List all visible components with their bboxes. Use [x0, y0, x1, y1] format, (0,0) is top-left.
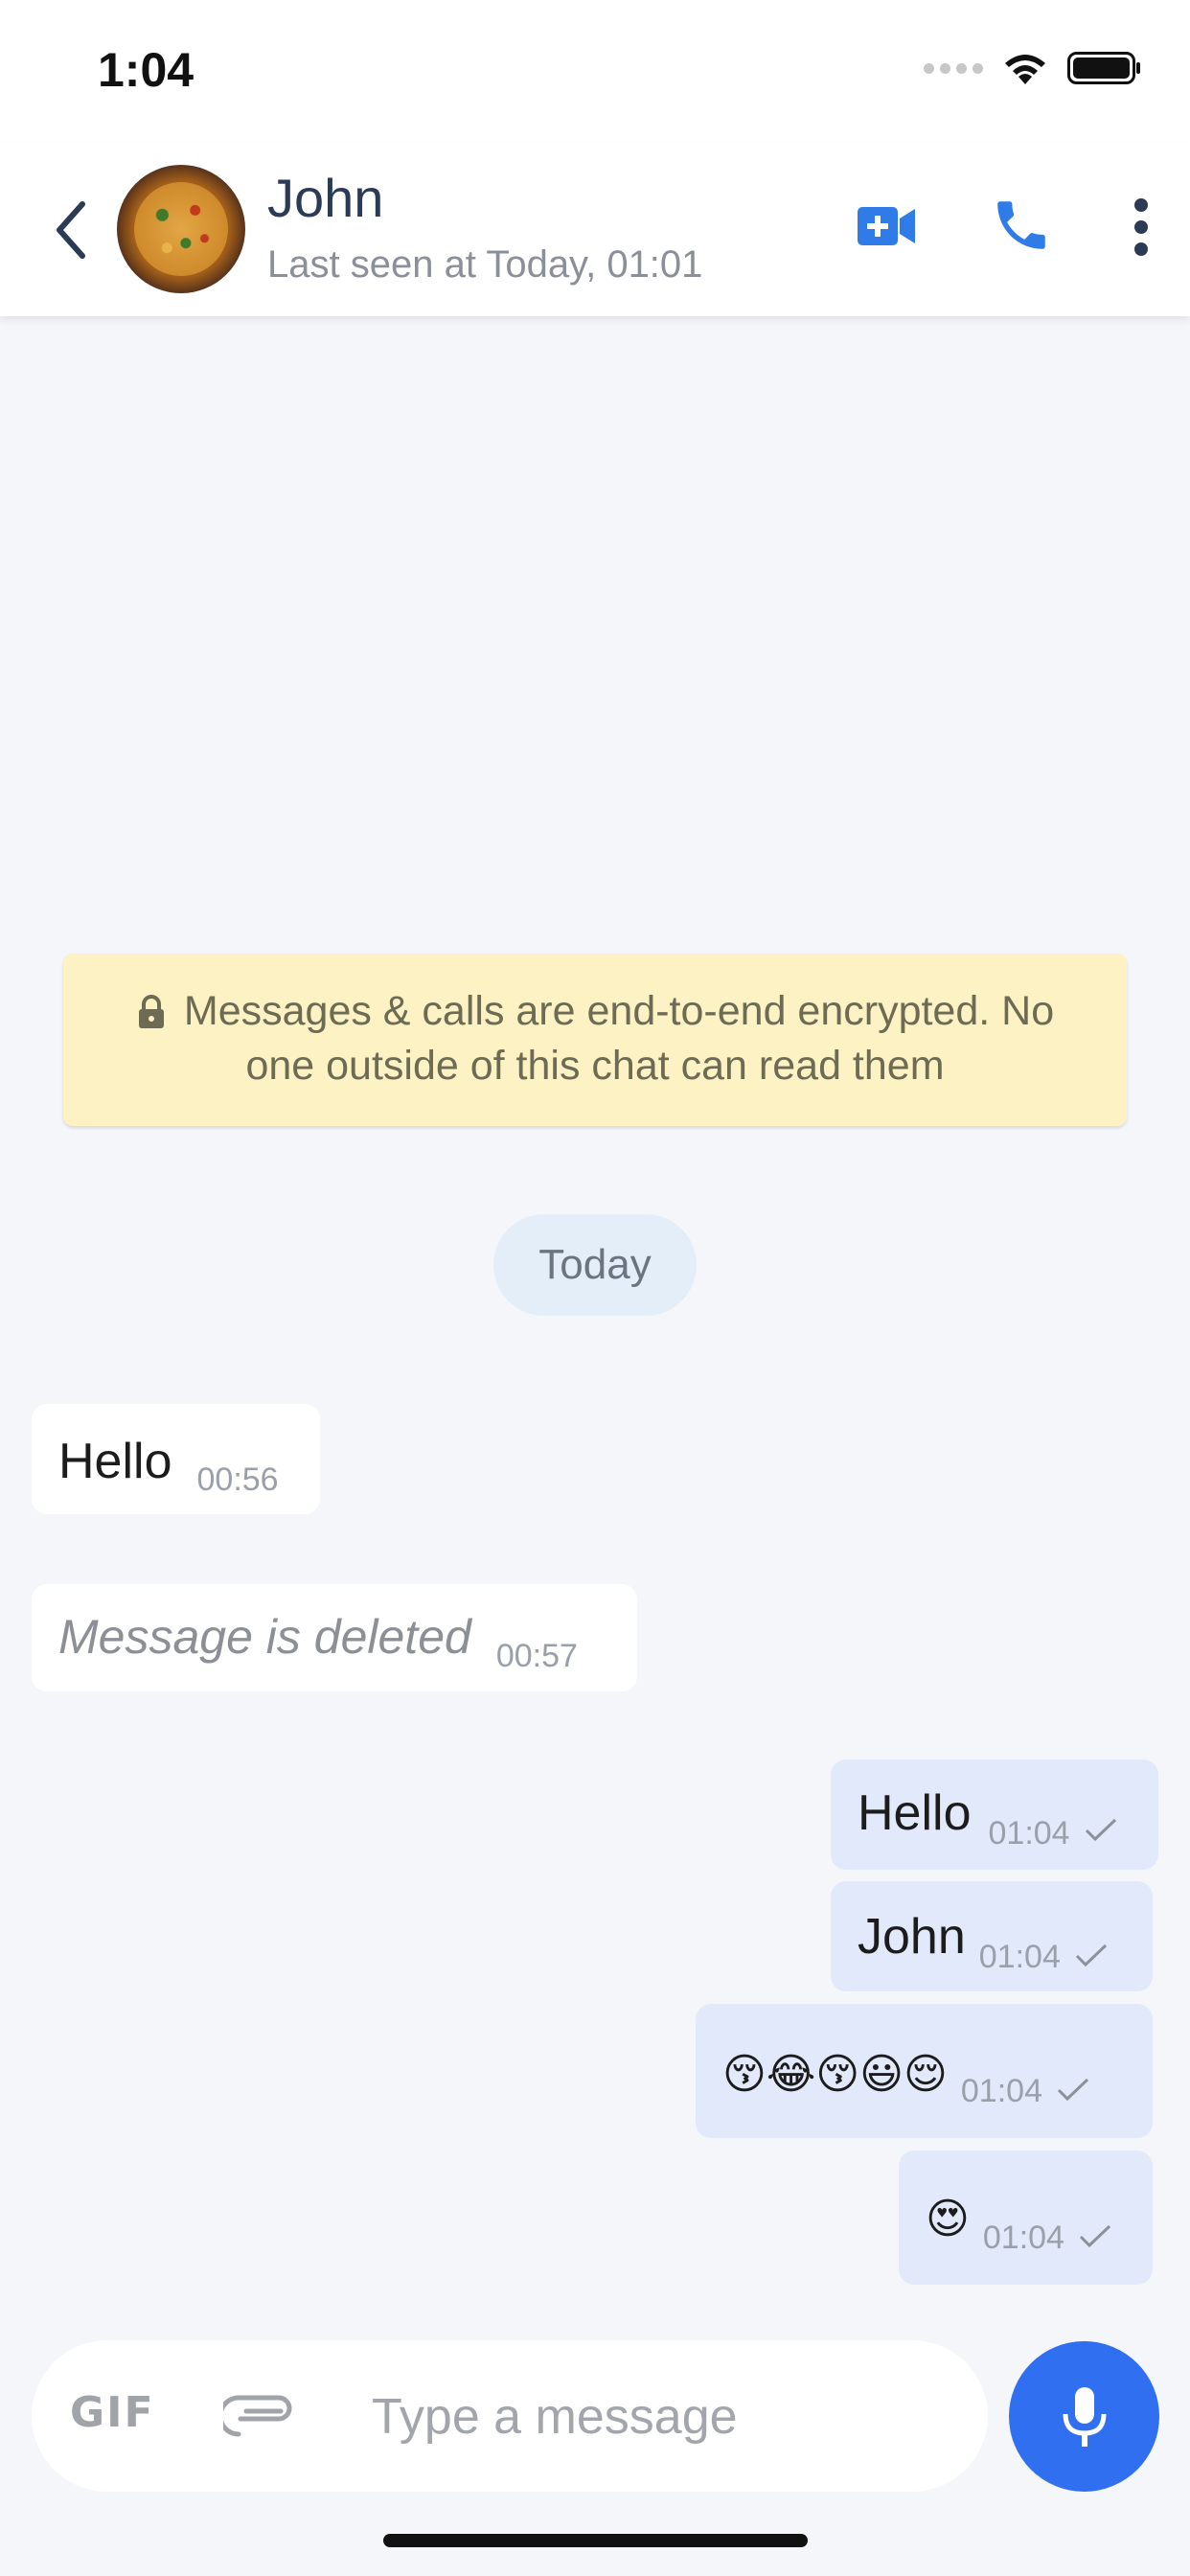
encryption-notice-line2: one outside of this chat can read them	[245, 1043, 945, 1089]
message-input[interactable]	[372, 2369, 947, 2465]
chat-header: John Last seen at Today, 01:01	[0, 144, 1190, 316]
message-text: John	[858, 1909, 966, 1965]
deleted-message-text: Message is deleted	[58, 1610, 471, 1664]
message-bubble-outgoing[interactable]: John 01:04	[831, 1881, 1153, 1991]
message-time: 00:56	[196, 1461, 279, 1498]
message-time: 01:04	[982, 2220, 1064, 2256]
microphone-icon	[1063, 2386, 1106, 2447]
message-time: 01:04	[988, 1815, 1070, 1852]
video-call-icon[interactable]	[856, 203, 917, 249]
home-indicator	[383, 2534, 808, 2547]
message-bubble-outgoing[interactable]: 😍 01:04	[899, 2150, 1153, 2285]
more-vert-icon[interactable]	[1133, 196, 1149, 259]
emoji-message-text: 😚😂😚😃😌	[722, 2051, 948, 2098]
encryption-notice-line1: Messages & calls are end-to-end encrypte…	[183, 988, 1055, 1034]
lock-icon	[138, 994, 164, 1028]
voice-record-button[interactable]	[1009, 2341, 1159, 2492]
sent-check-icon	[1057, 2078, 1089, 2102]
status-bar: 1:04	[0, 0, 1190, 144]
message-text: Hello	[58, 1434, 172, 1489]
avatar[interactable]	[117, 165, 245, 293]
message-bubble-outgoing[interactable]: 😚😂😚😃😌 01:04	[696, 2004, 1153, 2138]
status-icons	[924, 50, 1142, 86]
sent-check-icon	[1075, 1944, 1107, 1967]
battery-icon	[1067, 52, 1140, 84]
message-bubble-outgoing[interactable]: Hello 01:04	[831, 1760, 1158, 1870]
message-time: 00:57	[495, 1638, 578, 1674]
message-time: 01:04	[978, 1939, 1061, 1975]
last-seen-status: Last seen at Today, 01:01	[267, 243, 703, 286]
encryption-notice: Messages & calls are end-to-end encrypte…	[63, 954, 1127, 1126]
date-divider: Today	[493, 1214, 697, 1316]
message-composer: GIF	[32, 2340, 988, 2492]
wifi-icon	[1005, 55, 1045, 84]
back-icon[interactable]	[48, 196, 96, 264]
gif-button[interactable]: GIF	[70, 2388, 155, 2437]
sent-check-icon	[1079, 2224, 1111, 2248]
sent-check-icon	[1085, 1818, 1116, 1842]
attach-icon[interactable]	[223, 2390, 298, 2440]
contact-name[interactable]: John	[267, 167, 383, 229]
phone-icon[interactable]	[990, 194, 1053, 257]
cellular-signal-icon	[924, 62, 983, 74]
message-text: Hello	[858, 1785, 972, 1841]
status-time: 1:04	[98, 43, 195, 97]
message-time: 01:04	[960, 2073, 1042, 2109]
message-bubble-incoming[interactable]: Hello 00:56	[32, 1404, 320, 1514]
emoji-message-text: 😍	[926, 2196, 970, 2242]
message-bubble-deleted[interactable]: Message is deleted 00:57	[32, 1584, 637, 1691]
